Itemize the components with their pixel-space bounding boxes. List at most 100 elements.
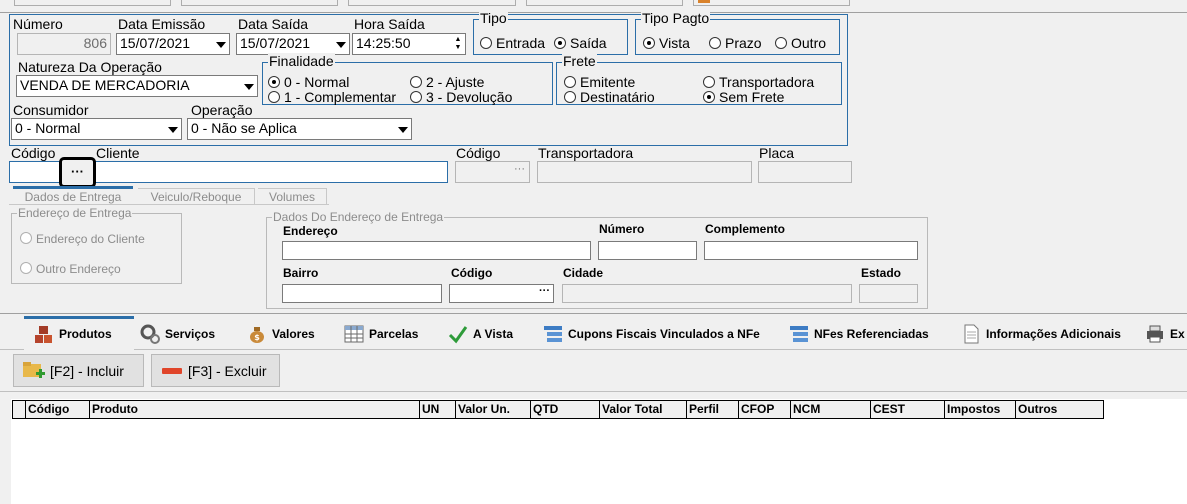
tipo-title: Tipo <box>479 10 508 26</box>
tab-nfes-referenciadas[interactable]: NFes Referenciadas <box>789 318 929 350</box>
numero-field: 806 <box>17 33 111 55</box>
endereco-entrega-title: Endereço de Entrega <box>17 206 133 220</box>
radio-icon <box>480 37 492 49</box>
top-button-4[interactable] <box>526 0 683 6</box>
cliente-search-button[interactable]: ··· <box>59 157 96 188</box>
frete-destinatario-radio[interactable]: Destinatário <box>564 89 655 105</box>
outro-endereco-radio[interactable]: Outro Endereço <box>20 262 121 276</box>
excluir-button[interactable]: [F3] - Excluir <box>151 354 280 387</box>
placa-field <box>758 161 852 183</box>
list-icon <box>790 326 808 342</box>
dados-endereco-title: Dados Do Endereço de Entrega <box>272 210 445 224</box>
tab-servicos[interactable]: Serviços <box>140 318 215 350</box>
frete-sem-frete-radio[interactable]: Sem Frete <box>703 89 784 105</box>
tipo-entrada-radio[interactable]: Entrada <box>480 35 545 51</box>
section-separator <box>0 313 1187 314</box>
ellipsis-icon[interactable]: ··· <box>539 285 550 297</box>
endereco-cliente-radio[interactable]: Endereço do Cliente <box>20 232 145 246</box>
pagto-vista-radio[interactable]: Vista <box>643 35 690 51</box>
document-icon <box>964 324 979 344</box>
col-ncm[interactable]: NCM <box>790 401 870 418</box>
radio-selected-icon <box>268 76 280 88</box>
finalidade-complementar-radio[interactable]: 1 - Complementar <box>268 89 396 105</box>
tab-parcelas[interactable]: Parcelas <box>344 318 418 350</box>
radio-icon <box>709 37 721 49</box>
consumidor-label: Consumidor <box>13 102 89 118</box>
cidade-field <box>562 284 852 303</box>
top-button-2[interactable] <box>181 0 338 6</box>
col-outros[interactable]: Outros <box>1015 401 1103 418</box>
data-saida-label: Data Saída <box>238 16 309 32</box>
tab-dados-entrega[interactable]: Dados de Entrega <box>13 186 133 204</box>
radio-icon <box>703 76 715 88</box>
estado-label: Estado <box>861 266 902 280</box>
grid-indicator-column <box>13 401 25 418</box>
radio-icon <box>775 37 787 49</box>
radio-icon <box>20 232 32 244</box>
tab-volumes[interactable]: Volumes <box>258 188 327 205</box>
data-saida-picker[interactable]: 15/07/2021 <box>236 33 350 55</box>
cliente-label: Cliente <box>96 145 140 161</box>
col-codigo[interactable]: Código <box>25 401 91 418</box>
transportadora-label: Transportadora <box>538 145 634 161</box>
col-valor-un[interactable]: Valor Un. <box>455 401 530 418</box>
tab-a-vista[interactable]: A Vista <box>448 318 513 350</box>
pagto-prazo-radio[interactable]: Prazo <box>709 35 762 51</box>
incluir-button[interactable]: [F2] - Incluir <box>13 354 144 387</box>
cidade-label: Cidade <box>563 266 604 280</box>
numero-label: Número <box>13 16 63 32</box>
hora-saida-field[interactable]: 14:25:50 ▲ ▼ <box>352 33 466 55</box>
chevron-down-icon <box>336 42 346 48</box>
tipo-saida-radio[interactable]: Saída <box>554 35 607 51</box>
tab-ex[interactable]: Ex <box>1145 318 1185 350</box>
operacao-select[interactable]: 0 - Não se Aplica <box>187 118 412 140</box>
numero-end-label: Número <box>599 222 645 236</box>
finalidade-normal-radio[interactable]: 0 - Normal <box>268 74 349 90</box>
placa-label: Placa <box>759 145 795 161</box>
finalidade-devolucao-radio[interactable]: 3 - Devolução <box>410 89 512 105</box>
frete-transportadora-radio[interactable]: Transportadora <box>703 74 814 90</box>
tab-produtos[interactable]: Produtos <box>34 318 112 350</box>
endereco-field[interactable] <box>282 241 591 260</box>
tab-cupons-fiscais[interactable]: Cupons Fiscais Vinculados a NFe <box>543 318 760 350</box>
natureza-label: Natureza Da Operação <box>18 59 162 75</box>
radio-selected-icon <box>643 37 655 49</box>
radio-icon <box>564 76 576 88</box>
top-button-5[interactable] <box>693 0 850 6</box>
numero-end-field[interactable] <box>598 241 697 260</box>
col-cfop[interactable]: CFOP <box>738 401 790 418</box>
tab-valores[interactable]: $ Valores <box>247 318 315 350</box>
col-valor-total[interactable]: Valor Total <box>599 401 686 418</box>
col-impostos[interactable]: Impostos <box>944 401 1015 418</box>
cliente-codigo-label: Código <box>11 145 56 161</box>
finalidade-title: Finalidade <box>268 53 335 69</box>
tab-veiculo-reboque[interactable]: Veiculo/Reboque <box>138 188 255 205</box>
add-folder-icon <box>23 361 45 378</box>
top-button-3[interactable] <box>348 0 516 6</box>
col-qtd[interactable]: QTD <box>530 401 599 418</box>
spin-arrows-icon[interactable]: ▲ ▼ <box>453 36 463 52</box>
frete-emitente-radio[interactable]: Emitente <box>564 74 635 90</box>
checkmark-icon <box>448 326 468 344</box>
hora-saida-label: Hora Saída <box>354 16 425 32</box>
gears-icon <box>140 324 160 344</box>
bairro-field[interactable] <box>282 284 442 303</box>
col-perfil[interactable]: Perfil <box>686 401 738 418</box>
finalidade-ajuste-radio[interactable]: 2 - Ajuste <box>410 74 484 90</box>
tab-informacoes-adicionais[interactable]: Informações Adicionais <box>961 318 1121 350</box>
operacao-label: Operação <box>191 102 253 118</box>
data-emissao-picker[interactable]: 15/07/2021 <box>116 33 230 55</box>
col-un[interactable]: UN <box>419 401 455 418</box>
radio-selected-icon <box>554 37 566 49</box>
col-cest[interactable]: CEST <box>870 401 944 418</box>
codigo-cidade-label: Código <box>451 266 493 280</box>
natureza-select[interactable]: VENDA DE MERCADORIA <box>16 75 258 97</box>
complemento-field[interactable] <box>704 241 918 260</box>
radio-selected-icon <box>703 91 715 103</box>
codigo-cidade-field[interactable]: ··· <box>449 284 554 303</box>
top-button-1[interactable] <box>14 0 171 6</box>
consumidor-select[interactable]: 0 - Normal <box>11 118 182 140</box>
ellipsis-icon: ··· <box>514 163 525 175</box>
col-produto[interactable]: Produto <box>89 401 419 418</box>
pagto-outro-radio[interactable]: Outro <box>775 35 826 51</box>
